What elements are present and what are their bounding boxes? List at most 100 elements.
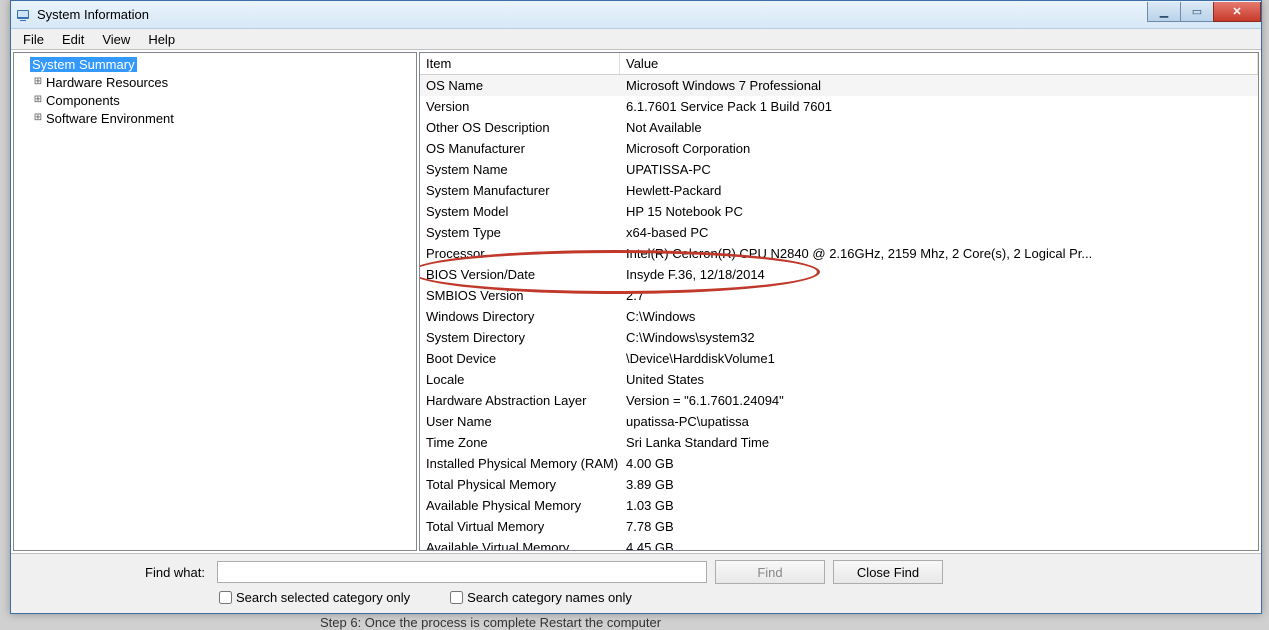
find-input[interactable] bbox=[217, 561, 707, 583]
tree-item-system-summary[interactable]: System Summary bbox=[14, 55, 416, 73]
detail-value: 2.7 bbox=[620, 288, 1258, 303]
detail-value: C:\Windows bbox=[620, 309, 1258, 324]
details-body[interactable]: OS NameMicrosoft Windows 7 ProfessionalV… bbox=[420, 75, 1258, 550]
detail-value: Hewlett-Packard bbox=[620, 183, 1258, 198]
detail-row[interactable]: Hardware Abstraction LayerVersion = "6.1… bbox=[420, 390, 1258, 411]
detail-row[interactable]: Available Virtual Memory4.45 GB bbox=[420, 537, 1258, 550]
minimize-button[interactable] bbox=[1147, 2, 1181, 22]
detail-item: Boot Device bbox=[420, 351, 620, 366]
detail-item: User Name bbox=[420, 414, 620, 429]
detail-item: BIOS Version/Date bbox=[420, 267, 620, 282]
tree-label: System Summary bbox=[30, 57, 137, 72]
detail-item: OS Manufacturer bbox=[420, 141, 620, 156]
tree-label: Components bbox=[44, 93, 122, 108]
detail-row[interactable]: Available Physical Memory1.03 GB bbox=[420, 495, 1258, 516]
column-header-item[interactable]: Item bbox=[420, 53, 620, 74]
menu-file[interactable]: File bbox=[15, 31, 52, 48]
detail-item: Other OS Description bbox=[420, 120, 620, 135]
detail-row[interactable]: System ModelHP 15 Notebook PC bbox=[420, 201, 1258, 222]
detail-item: Installed Physical Memory (RAM) bbox=[420, 456, 620, 471]
detail-row[interactable]: Boot Device\Device\HarddiskVolume1 bbox=[420, 348, 1258, 369]
details-header[interactable]: Item Value bbox=[420, 53, 1258, 75]
detail-value: UPATISSA-PC bbox=[620, 162, 1258, 177]
find-bar: Find what: Find Close Find Search select… bbox=[11, 553, 1261, 613]
detail-item: System Type bbox=[420, 225, 620, 240]
close-find-button[interactable]: Close Find bbox=[833, 560, 943, 584]
menu-view[interactable]: View bbox=[94, 31, 138, 48]
category-tree[interactable]: System Summary ⊞ Hardware Resources ⊞ Co… bbox=[13, 52, 417, 551]
detail-row[interactable]: ProcessorIntel(R) Celeron(R) CPU N2840 @… bbox=[420, 243, 1258, 264]
menu-help[interactable]: Help bbox=[140, 31, 183, 48]
detail-item: Windows Directory bbox=[420, 309, 620, 324]
detail-item: Locale bbox=[420, 372, 620, 387]
detail-value: Microsoft Corporation bbox=[620, 141, 1258, 156]
menu-bar: File Edit View Help bbox=[11, 29, 1261, 49]
detail-row[interactable]: System NameUPATISSA-PC bbox=[420, 159, 1258, 180]
detail-value: x64-based PC bbox=[620, 225, 1258, 240]
page-footer-hint: Step 6: Once the process is complete Res… bbox=[320, 615, 661, 630]
detail-row[interactable]: System Typex64-based PC bbox=[420, 222, 1258, 243]
detail-item: Available Physical Memory bbox=[420, 498, 620, 513]
detail-value: United States bbox=[620, 372, 1258, 387]
system-information-window: System Information File Edit View Help S… bbox=[10, 0, 1262, 614]
detail-value: Not Available bbox=[620, 120, 1258, 135]
detail-value: Version = "6.1.7601.24094" bbox=[620, 393, 1258, 408]
detail-item: Version bbox=[420, 99, 620, 114]
detail-row[interactable]: Installed Physical Memory (RAM)4.00 GB bbox=[420, 453, 1258, 474]
detail-value: Intel(R) Celeron(R) CPU N2840 @ 2.16GHz,… bbox=[620, 246, 1258, 261]
app-icon bbox=[15, 7, 31, 23]
detail-item: System Name bbox=[420, 162, 620, 177]
detail-value: 7.78 GB bbox=[620, 519, 1258, 534]
detail-row[interactable]: Version6.1.7601 Service Pack 1 Build 760… bbox=[420, 96, 1258, 117]
detail-row[interactable]: Total Physical Memory3.89 GB bbox=[420, 474, 1258, 495]
detail-row[interactable]: Other OS DescriptionNot Available bbox=[420, 117, 1258, 138]
column-header-value[interactable]: Value bbox=[620, 53, 1258, 74]
search-selected-category-checkbox[interactable]: Search selected category only bbox=[219, 590, 410, 605]
detail-row[interactable]: OS ManufacturerMicrosoft Corporation bbox=[420, 138, 1258, 159]
detail-value: 6.1.7601 Service Pack 1 Build 7601 bbox=[620, 99, 1258, 114]
detail-item: Processor bbox=[420, 246, 620, 261]
detail-row[interactable]: System ManufacturerHewlett-Packard bbox=[420, 180, 1258, 201]
titlebar[interactable]: System Information bbox=[11, 1, 1261, 29]
detail-value: upatissa-PC\upatissa bbox=[620, 414, 1258, 429]
checkbox[interactable] bbox=[219, 591, 232, 604]
detail-row[interactable]: Total Virtual Memory7.78 GB bbox=[420, 516, 1258, 537]
maximize-button[interactable] bbox=[1180, 2, 1214, 22]
window-buttons bbox=[1148, 2, 1261, 22]
tree-label: Hardware Resources bbox=[44, 75, 170, 90]
checkbox-label: Search selected category only bbox=[236, 590, 410, 605]
detail-value: C:\Windows\system32 bbox=[620, 330, 1258, 345]
detail-item: Total Virtual Memory bbox=[420, 519, 620, 534]
expand-icon[interactable]: ⊞ bbox=[32, 77, 44, 87]
detail-row[interactable]: User Nameupatissa-PC\upatissa bbox=[420, 411, 1258, 432]
detail-row[interactable]: BIOS Version/DateInsyde F.36, 12/18/2014 bbox=[420, 264, 1258, 285]
detail-value: Sri Lanka Standard Time bbox=[620, 435, 1258, 450]
search-category-names-checkbox[interactable]: Search category names only bbox=[450, 590, 632, 605]
menu-edit[interactable]: Edit bbox=[54, 31, 92, 48]
detail-row[interactable]: LocaleUnited States bbox=[420, 369, 1258, 390]
expand-icon[interactable]: ⊞ bbox=[32, 95, 44, 105]
checkbox-label: Search category names only bbox=[467, 590, 632, 605]
detail-item: System Directory bbox=[420, 330, 620, 345]
tree-item-hardware-resources[interactable]: ⊞ Hardware Resources bbox=[14, 73, 416, 91]
detail-row[interactable]: Time ZoneSri Lanka Standard Time bbox=[420, 432, 1258, 453]
expand-icon[interactable]: ⊞ bbox=[32, 113, 44, 123]
detail-value: Insyde F.36, 12/18/2014 bbox=[620, 267, 1258, 282]
close-button[interactable] bbox=[1213, 2, 1261, 22]
tree-item-software-environment[interactable]: ⊞ Software Environment bbox=[14, 109, 416, 127]
detail-row[interactable]: Windows DirectoryC:\Windows bbox=[420, 306, 1258, 327]
detail-value: 3.89 GB bbox=[620, 477, 1258, 492]
detail-value: HP 15 Notebook PC bbox=[620, 204, 1258, 219]
detail-item: System Model bbox=[420, 204, 620, 219]
detail-value: 1.03 GB bbox=[620, 498, 1258, 513]
tree-label: Software Environment bbox=[44, 111, 176, 126]
detail-row[interactable]: System DirectoryC:\Windows\system32 bbox=[420, 327, 1258, 348]
checkbox[interactable] bbox=[450, 591, 463, 604]
detail-row[interactable]: OS NameMicrosoft Windows 7 Professional bbox=[420, 75, 1258, 96]
detail-value: \Device\HarddiskVolume1 bbox=[620, 351, 1258, 366]
tree-item-components[interactable]: ⊞ Components bbox=[14, 91, 416, 109]
detail-item: Time Zone bbox=[420, 435, 620, 450]
detail-item: Hardware Abstraction Layer bbox=[420, 393, 620, 408]
find-button[interactable]: Find bbox=[715, 560, 825, 584]
detail-row[interactable]: SMBIOS Version2.7 bbox=[420, 285, 1258, 306]
